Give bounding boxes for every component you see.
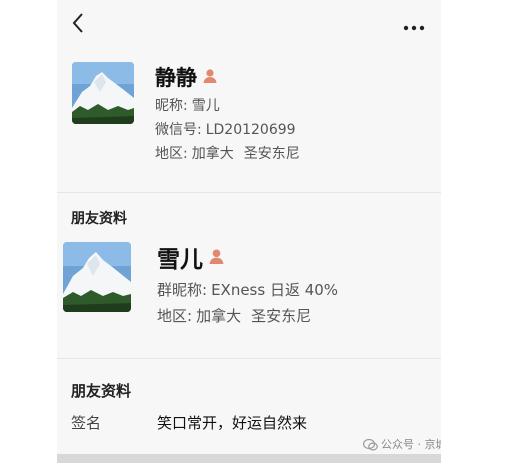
friend-region-country: 加拿大 <box>196 307 242 325</box>
wechat-id-label: 微信号: <box>155 122 202 138</box>
top-bar <box>57 0 441 48</box>
profile-card: 静静 昵称: 雪儿 微信号: LD20120699 地区: 加拿大 圣安东尼 <box>57 48 441 192</box>
nickname-value: 雪儿 <box>191 98 220 114</box>
profile-name: 静静 <box>155 66 197 90</box>
region-country: 加拿大 <box>191 146 234 162</box>
chevron-left-icon <box>72 13 83 33</box>
divider <box>57 192 441 193</box>
more-dots-icon <box>403 25 425 31</box>
signature-label: 签名 <box>71 414 102 432</box>
region-label: 地区: <box>155 146 188 162</box>
region-line: 地区: 加拿大 圣安东尼 <box>155 143 300 163</box>
divider <box>57 358 441 359</box>
group-nickname-line: 群昵称: EXness 日返 40% <box>157 279 338 300</box>
nickname-line: 昵称: 雪儿 <box>155 95 220 115</box>
group-nickname-label: 群昵称: <box>157 281 208 299</box>
watermark: 公众号 · 京城沈王爷 <box>363 436 441 452</box>
friend-region-label: 地区: <box>157 307 193 325</box>
signature-row[interactable]: 签名 笑口常开，好运自然来 <box>71 410 441 434</box>
profile-screen: 静静 昵称: 雪儿 微信号: LD20120699 地区: 加拿大 圣安东尼 朋友资料 <box>57 0 441 463</box>
friend-region-line: 地区: 加拿大 圣安东尼 <box>157 305 311 326</box>
group-nickname-value: EXness 日返 40% <box>211 281 339 299</box>
region-city: 圣安东尼 <box>243 146 300 162</box>
friend-name: 雪儿 <box>157 247 203 273</box>
nickname-label: 昵称: <box>155 98 188 114</box>
watermark-text: 公众号 · 京城沈王爷 <box>381 438 441 451</box>
wechat-id-value[interactable]: LD20120699 <box>206 122 296 138</box>
wechat-id-line: 微信号: LD20120699 <box>155 119 296 139</box>
avatar[interactable] <box>72 62 134 124</box>
section-title-friend-profile: 朋友资料 <box>71 211 127 227</box>
signature-value: 笑口常开，好运自然来 <box>157 414 308 432</box>
friend-avatar[interactable] <box>63 242 131 312</box>
friend-region-city: 圣安东尼 <box>251 307 312 325</box>
more-button[interactable] <box>403 18 425 31</box>
person-icon <box>209 249 224 264</box>
wechat-logo-icon <box>363 439 378 451</box>
person-icon <box>203 69 217 83</box>
section-title-friend-profile-2: 朋友资料 <box>71 382 132 400</box>
back-button[interactable] <box>67 10 91 36</box>
bottom-bar <box>57 454 441 463</box>
